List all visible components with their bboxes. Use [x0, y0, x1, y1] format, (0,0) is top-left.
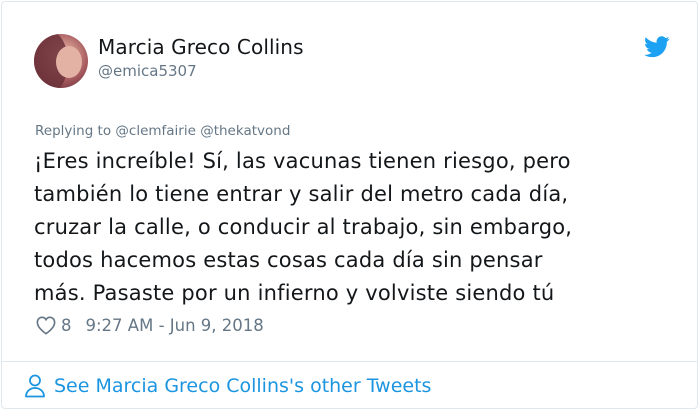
tweet-text-line: todos hacemos estas cosas cada día sin p… — [34, 248, 543, 272]
tweet-meta: 8 9:27 AM - Jun 9, 2018 — [35, 313, 264, 337]
see-other-tweets-link[interactable]: See Marcia Greco Collins's other Tweets — [24, 373, 431, 399]
like-count: 8 — [61, 315, 72, 335]
author-name[interactable]: Marcia Greco Collins — [98, 35, 304, 59]
tweet-card: Marcia Greco Collins @emica5307 Replying… — [1, 1, 698, 409]
see-other-tweets-label: See Marcia Greco Collins's other Tweets — [54, 375, 432, 397]
tweet-text: ¡Eres increíble! Sí, las vacunas tienen … — [34, 145, 664, 310]
heart-icon[interactable] — [35, 315, 57, 335]
replying-to-mentions[interactable]: @clemfairie @thekatvond — [115, 123, 290, 139]
tweet-text-line: cruzar la calle, o conducir al trabajo, … — [34, 215, 573, 239]
footer-divider — [1, 361, 698, 362]
person-icon — [25, 374, 45, 398]
replying-to-label: Replying to — [35, 123, 112, 139]
avatar[interactable] — [34, 34, 88, 88]
tweet-text-line: también lo tiene entrar y salir del metr… — [34, 182, 569, 206]
timestamp[interactable]: 9:27 AM - Jun 9, 2018 — [86, 316, 264, 335]
avatar-face — [56, 46, 82, 78]
tweet-text-line: más. Pasaste por un infierno y volviste … — [34, 281, 555, 305]
twitter-bird-icon[interactable] — [644, 36, 670, 58]
author-handle[interactable]: @emica5307 — [98, 62, 197, 80]
replying-to: Replying to @clemfairie @thekatvond — [35, 123, 290, 139]
tweet-text-line: ¡Eres increíble! Sí, las vacunas tienen … — [34, 149, 571, 173]
